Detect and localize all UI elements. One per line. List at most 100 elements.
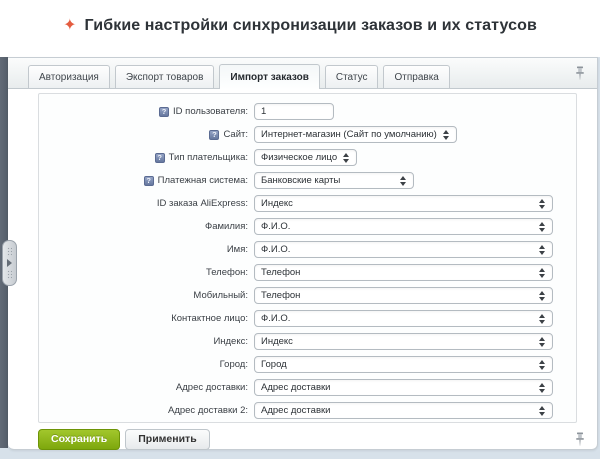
field-label-cell: Индекс: <box>39 336 254 347</box>
field-label-cell: Фамилия: <box>39 221 254 232</box>
form-row: Фамилия: Ф.И.О. <box>39 215 576 238</box>
form-fieldset: ? ID пользователя:? Сайт: Интернет-магазин … <box>38 93 577 423</box>
up-down-arrows-icon <box>343 153 350 163</box>
select-value: Индекс <box>261 336 293 347</box>
form-row: Индекс: Индекс <box>39 330 576 353</box>
field-label: Адрес доставки 2: <box>168 405 248 416</box>
field-label-cell: Город: <box>39 359 254 370</box>
form-row: Адрес доставки 2: Адрес доставки <box>39 399 576 422</box>
form-row: ?Тип плательщика: Физическое лицо <box>39 146 576 169</box>
help-icon[interactable]: ? <box>209 130 219 140</box>
select-dropdown[interactable]: Ф.И.О. <box>254 310 553 327</box>
tab-4[interactable]: Статус <box>325 65 379 88</box>
select-value: Телефон <box>261 290 300 301</box>
chevron-right-icon <box>7 259 12 267</box>
field-label-cell: ? Платежная система: <box>39 175 254 186</box>
tab-content: ? ID пользователя:? Сайт: Интернет-магазин … <box>8 93 597 455</box>
up-down-arrows-icon <box>539 199 546 209</box>
field-label-cell: Адрес доставки 2: <box>39 405 254 416</box>
up-down-arrows-icon <box>539 245 546 255</box>
select-dropdown[interactable]: Интернет-магазин (Сайт по умолчанию) <box>254 126 457 143</box>
settings-panel: АвторизацияЭкспорт товаровИмпорт заказов… <box>8 57 598 450</box>
tab-bar: АвторизацияЭкспорт товаровИмпорт заказов… <box>8 58 597 89</box>
field-label: Платежная система: <box>158 175 248 186</box>
help-icon[interactable]: ? <box>155 153 165 163</box>
form-row: Город: Город <box>39 353 576 376</box>
select-dropdown[interactable]: Банковские карты <box>254 172 414 189</box>
help-icon[interactable]: ? <box>159 107 169 117</box>
up-down-arrows-icon <box>539 337 546 347</box>
tab-1[interactable]: Авторизация <box>28 65 110 88</box>
tab-5[interactable]: Отправка <box>383 65 449 88</box>
select-value: Ф.И.О. <box>261 221 290 232</box>
form-row: ? Платежная система: Банковские карты <box>39 169 576 192</box>
field-label: Индекс: <box>213 336 248 347</box>
select-value: Телефон <box>261 267 300 278</box>
form-row: Адрес доставки: Адрес доставки <box>39 376 576 399</box>
field-label: Телефон: <box>206 267 248 278</box>
field-label-cell: ?Тип плательщика: <box>39 152 254 163</box>
field-label: Фамилия: <box>205 221 248 232</box>
select-value: Адрес доставки <box>261 382 330 393</box>
select-value: Физическое лицо <box>261 152 337 163</box>
select-value: Город <box>261 359 287 370</box>
form-row: Контактное лицо: Ф.И.О. <box>39 307 576 330</box>
field-label-cell: Мобильный: <box>39 290 254 301</box>
field-label: ID заказа AliExpress: <box>157 198 248 209</box>
field-label: Мобильный: <box>193 290 248 301</box>
workspace: АвторизацияЭкспорт товаровИмпорт заказов… <box>0 57 600 459</box>
form-row: ? Сайт: Интернет-магазин (Сайт по умолчани… <box>39 123 576 146</box>
field-label-cell: Имя: <box>39 244 254 255</box>
select-dropdown[interactable]: Адрес доставки <box>254 379 553 396</box>
select-dropdown[interactable]: Адрес доставки <box>254 402 553 419</box>
help-icon[interactable]: ? <box>144 176 154 186</box>
select-dropdown[interactable]: Город <box>254 356 553 373</box>
action-buttons: Сохранить Применить <box>38 429 210 450</box>
page-title-text: Гибкие настройки синхронизации заказов и… <box>85 17 537 35</box>
sparkle-icon: ✦ <box>63 18 76 34</box>
select-value: Ф.И.О. <box>261 313 290 324</box>
select-dropdown[interactable]: Ф.И.О. <box>254 218 553 235</box>
field-label: Имя: <box>227 244 248 255</box>
field-label-cell: Контактное лицо: <box>39 313 254 324</box>
select-value: Ф.И.О. <box>261 244 290 255</box>
save-button[interactable]: Сохранить <box>38 429 120 450</box>
apply-button[interactable]: Применить <box>125 429 209 450</box>
form-row: Телефон: Телефон <box>39 261 576 284</box>
up-down-arrows-icon <box>443 130 450 140</box>
up-down-arrows-icon <box>539 291 546 301</box>
up-down-arrows-icon <box>539 268 546 278</box>
select-dropdown[interactable]: Телефон <box>254 264 553 281</box>
up-down-arrows-icon <box>539 314 546 324</box>
up-down-arrows-icon <box>539 383 546 393</box>
tab-3[interactable]: Импорт заказов <box>219 64 319 89</box>
up-down-arrows-icon <box>539 406 546 416</box>
expand-panel-handle[interactable] <box>2 240 17 286</box>
up-down-arrows-icon <box>539 360 546 370</box>
select-dropdown[interactable]: Телефон <box>254 287 553 304</box>
field-label-cell: Адрес доставки: <box>39 382 254 393</box>
field-label-cell: ? ID пользователя: <box>39 106 254 117</box>
select-value: Адрес доставки <box>261 405 330 416</box>
tab-2[interactable]: Экспорт товаров <box>115 65 215 88</box>
up-down-arrows-icon <box>539 222 546 232</box>
select-dropdown[interactable]: Ф.И.О. <box>254 241 553 258</box>
field-label: Адрес доставки: <box>176 382 248 393</box>
form-row: ? ID пользователя: <box>39 100 576 123</box>
pin-icon[interactable] <box>575 66 585 81</box>
field-label: Сайт: <box>223 129 248 140</box>
page: ✦ Гибкие настройки синхронизации заказов… <box>0 0 600 459</box>
form-row: ID заказа AliExpress: Индекс <box>39 192 576 215</box>
field-label: Город: <box>220 359 248 370</box>
text-input[interactable] <box>254 103 334 120</box>
select-value: Банковские карты <box>261 175 340 186</box>
pin-icon[interactable] <box>575 432 585 447</box>
page-title: ✦ Гибкие настройки синхронизации заказов… <box>0 0 600 52</box>
select-dropdown[interactable]: Индекс <box>254 333 553 350</box>
select-dropdown[interactable]: Физическое лицо <box>254 149 357 166</box>
select-dropdown[interactable]: Индекс <box>254 195 553 212</box>
field-label: Контактное лицо: <box>171 313 248 324</box>
select-value: Интернет-магазин (Сайт по умолчанию) <box>261 129 437 140</box>
field-label: ID пользователя: <box>173 106 248 117</box>
form-row: Мобильный: Телефон <box>39 284 576 307</box>
